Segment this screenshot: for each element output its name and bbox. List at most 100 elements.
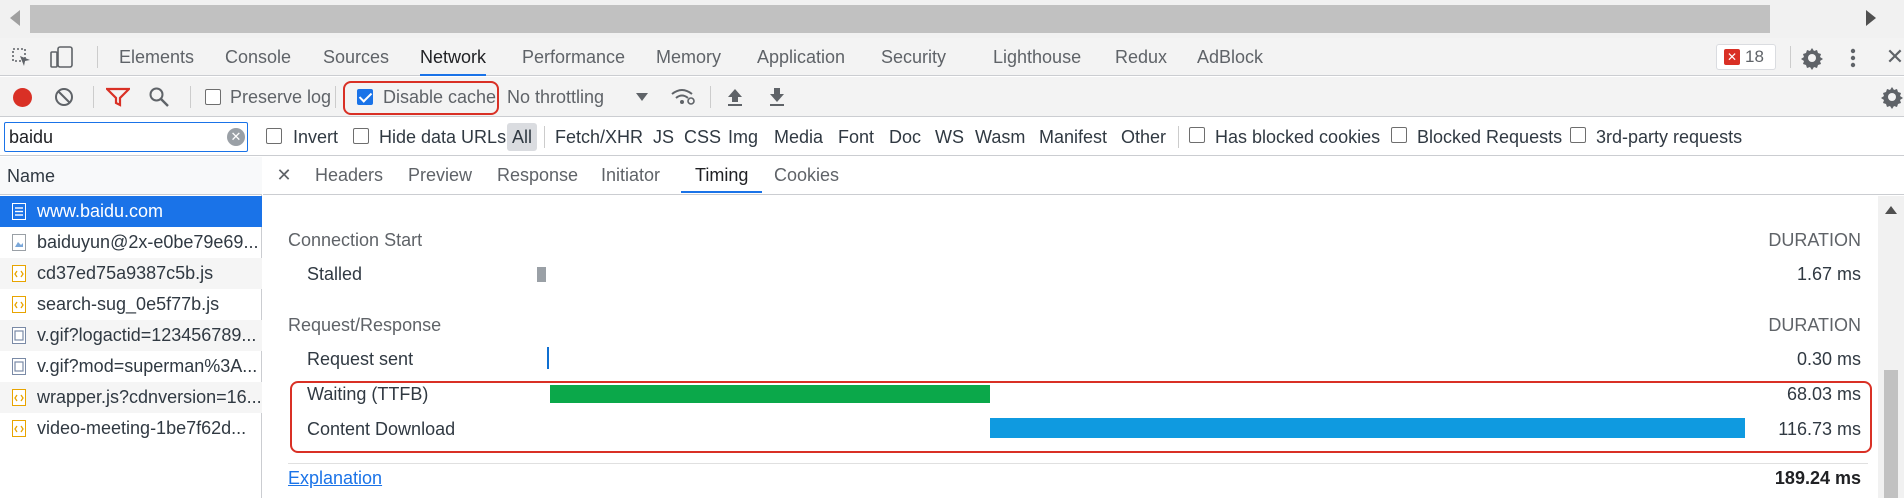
tab-initiator[interactable]: Initiator (601, 157, 660, 193)
waiting-ttfb-bar (550, 385, 990, 403)
scrollbar-thumb[interactable] (1884, 370, 1898, 498)
search-icon[interactable] (148, 86, 170, 108)
tab-application[interactable]: Application (757, 38, 845, 76)
request-name: video-meeting-1be7f62d... (37, 418, 247, 438)
invert-checkbox[interactable] (266, 128, 282, 144)
tab-network[interactable]: Network (420, 38, 487, 76)
script-file-icon (12, 389, 26, 406)
duration-heading: DURATION (1768, 230, 1861, 250)
scroll-right-arrow-icon[interactable] (1866, 10, 1876, 26)
filter-type-wasm[interactable]: Wasm (975, 118, 1025, 156)
request-row[interactable]: wrapper.js?cdnversion=16... (0, 382, 262, 413)
document-file-icon (12, 203, 26, 220)
filter-type-ws[interactable]: WS (935, 118, 964, 156)
preserve-log-label[interactable]: Preserve log (230, 77, 331, 117)
toolbar-divider (1790, 46, 1791, 68)
clear-filter-icon[interactable]: ✕ (227, 128, 245, 146)
tab-timing[interactable]: Timing (681, 157, 763, 193)
error-count: 18 (1745, 47, 1764, 66)
close-devtools-icon[interactable]: ✕ (1886, 44, 1904, 69)
filter-input[interactable]: baidu ✕ (4, 122, 248, 152)
has-blocked-cookies-label[interactable]: Has blocked cookies (1215, 118, 1380, 156)
import-har-icon[interactable] (726, 87, 744, 107)
tab-redux[interactable]: Redux (1115, 38, 1167, 76)
tab-preview[interactable]: Preview (408, 157, 472, 193)
throttling-select[interactable]: No throttling (507, 77, 604, 117)
image-file-icon (12, 358, 26, 375)
export-har-icon[interactable] (768, 87, 786, 107)
preserve-log-checkbox[interactable] (205, 89, 221, 105)
tab-adblock[interactable]: AdBlock (1197, 38, 1263, 76)
script-file-icon (12, 296, 26, 313)
blocked-requests-label[interactable]: Blocked Requests (1417, 118, 1562, 156)
scroll-left-arrow-icon[interactable] (10, 10, 20, 26)
page-horizontal-scrollbar[interactable] (0, 0, 1904, 38)
inspect-element-icon[interactable] (12, 48, 32, 68)
clear-icon[interactable] (54, 87, 74, 107)
filter-type-css[interactable]: CSS (684, 118, 721, 156)
filter-type-manifest[interactable]: Manifest (1039, 118, 1107, 156)
tab-console[interactable]: Console (225, 38, 291, 76)
tab-lighthouse[interactable]: Lighthouse (993, 38, 1081, 76)
has-blocked-cookies-checkbox[interactable] (1189, 127, 1205, 143)
error-count-badge[interactable]: ✕ 18 (1716, 44, 1776, 70)
tab-headers[interactable]: Headers (315, 157, 383, 193)
third-party-requests-checkbox[interactable] (1570, 127, 1586, 143)
filter-type-all[interactable]: All (507, 123, 538, 151)
hide-data-urls-label[interactable]: Hide data URLs (379, 118, 506, 156)
tab-response[interactable]: Response (497, 157, 578, 193)
explanation-link[interactable]: Explanation (288, 468, 382, 489)
request-row[interactable]: v.gif?mod=superman%3A... (0, 351, 262, 382)
script-file-icon (12, 265, 26, 282)
timing-divider (288, 463, 1868, 464)
filter-type-media[interactable]: Media (774, 118, 823, 156)
request-name: v.gif?logactid=123456789... (37, 325, 257, 345)
tab-memory[interactable]: Memory (656, 38, 721, 76)
settings-gear-icon[interactable] (1800, 46, 1824, 70)
filter-type-font[interactable]: Font (838, 118, 874, 156)
request-row[interactable]: v.gif?logactid=123456789... (0, 320, 262, 351)
request-row-www-baidu-com[interactable]: www.baidu.com (0, 196, 262, 227)
request-row[interactable]: video-meeting-1be7f62d... (0, 413, 262, 444)
connection-start-heading: Connection Start (288, 230, 423, 250)
toolbar-divider (93, 86, 94, 108)
request-list-header[interactable]: Name (0, 157, 262, 195)
filter-type-js[interactable]: JS (653, 118, 674, 156)
tab-performance[interactable]: Performance (522, 38, 625, 76)
request-row[interactable]: cd37ed75a9387c5b.js (0, 258, 262, 289)
request-row[interactable]: search-sug_0e5f77b.js (0, 289, 262, 320)
filter-type-img[interactable]: Img (728, 118, 758, 156)
total-duration: 189.24 ms (1774, 468, 1861, 488)
filter-type-doc[interactable]: Doc (889, 118, 921, 156)
toolbar-divider (335, 86, 336, 108)
filter-type-other[interactable]: Other (1121, 118, 1166, 156)
close-detail-icon[interactable]: ✕ (275, 165, 293, 185)
error-icon: ✕ (1724, 49, 1740, 65)
device-toolbar-icon[interactable] (50, 46, 74, 68)
tab-security[interactable]: Security (881, 38, 946, 76)
more-options-icon[interactable] (1848, 46, 1858, 70)
third-party-requests-label[interactable]: 3rd-party requests (1596, 118, 1742, 156)
record-icon[interactable] (13, 88, 32, 107)
request-row[interactable]: baiduyun@2x-e0be79e69... (0, 227, 262, 258)
stalled-duration: 1.67 ms (1796, 264, 1861, 284)
hide-data-urls-checkbox[interactable] (353, 128, 369, 144)
scrollbar-thumb[interactable] (30, 5, 1770, 33)
throttling-dropdown-icon[interactable] (636, 93, 648, 101)
tab-elements[interactable]: Elements (119, 38, 194, 76)
filter-icon[interactable] (106, 87, 130, 107)
duration-heading: DURATION (1768, 315, 1861, 335)
invert-label[interactable]: Invert (293, 118, 338, 156)
request-list: Name www.baidu.com baiduyun@2x-e0be79e69… (0, 157, 262, 498)
tab-cookies[interactable]: Cookies (774, 157, 839, 193)
network-conditions-wifi-icon[interactable] (670, 86, 696, 108)
scroll-up-arrow-icon[interactable] (1885, 206, 1897, 214)
tab-sources[interactable]: Sources (323, 38, 389, 76)
toolbar-divider (1178, 126, 1179, 148)
filter-type-fetch-xhr[interactable]: Fetch/XHR (555, 118, 643, 156)
waiting-ttfb-label: Waiting (TTFB) (307, 384, 429, 404)
detail-vertical-scrollbar[interactable] (1878, 196, 1904, 498)
network-settings-gear-icon[interactable] (1880, 85, 1904, 109)
network-toolbar: Preserve log Disable cache No throttling (0, 77, 1904, 117)
blocked-requests-checkbox[interactable] (1391, 127, 1407, 143)
